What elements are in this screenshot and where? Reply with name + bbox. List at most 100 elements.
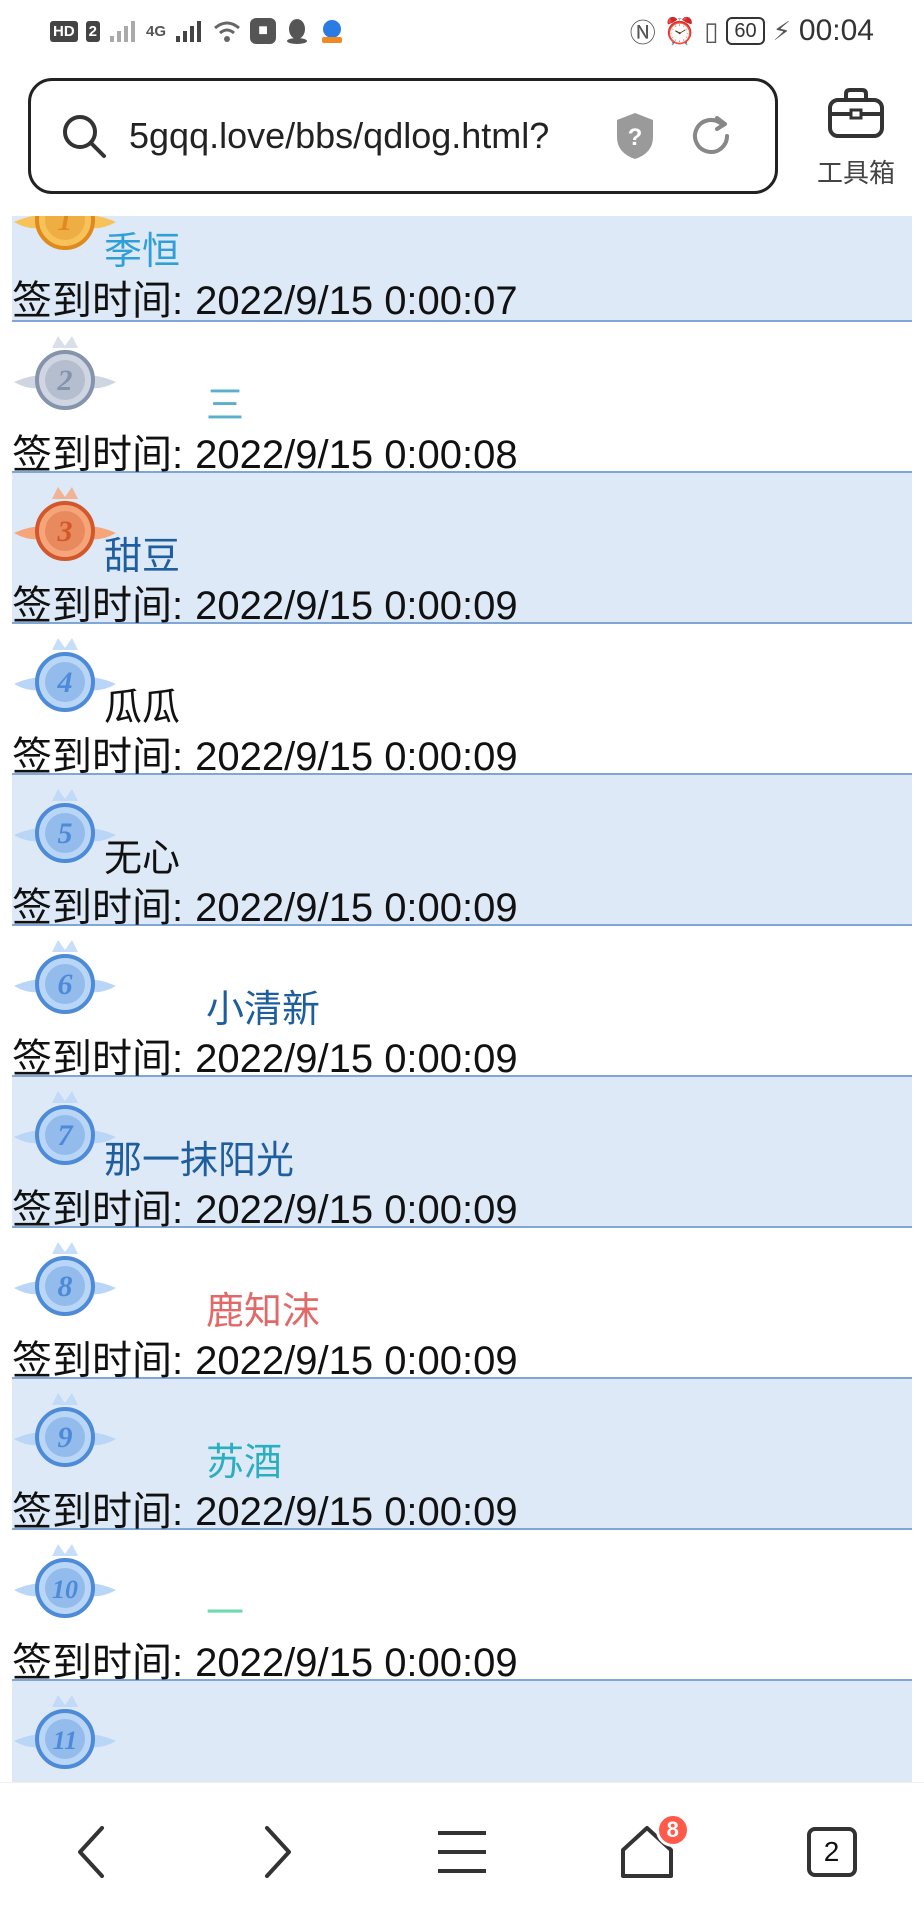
sim-chip: 2 [85,20,101,42]
user-name[interactable]: 鹿知沫 [206,1280,320,1335]
rank-number: 9 [58,1421,73,1454]
sign-in-time: 签到时间: 2022/9/15 0:00:09 [12,573,518,631]
user-name[interactable]: 甜豆 [104,525,180,580]
search-icon [63,115,106,158]
sign-in-time-value: 2022/9/15 0:00:09 [195,735,518,779]
user-name[interactable]: 三 [206,374,244,429]
charging-icon: ⚡ [772,15,791,46]
user-name[interactable]: 苏酒 [206,1431,282,1486]
sign-in-time-value: 2022/9/15 0:00:07 [195,279,518,323]
sign-in-label: 签到时间: [12,1037,184,1081]
sign-in-time-value: 2022/9/15 0:00:09 [195,886,518,930]
toolbox-icon [828,88,884,138]
user-name[interactable]: 瓜瓜 [104,676,180,731]
sign-in-label: 签到时间: [12,1188,184,1232]
rank-number: 6 [58,968,73,1001]
tab-count: 2 [806,1826,857,1877]
hd-chip: HD [50,20,78,42]
list-item[interactable]: 11 [12,1681,912,1782]
sign-in-time-value: 2022/9/15 0:00:09 [195,1188,518,1232]
wifi-icon [214,21,240,42]
sign-in-label: 签到时间: [12,279,184,323]
user-name[interactable]: 那一抹阳光 [104,1129,294,1184]
status-right: Ⓝ ⏰ ▯ 60 ⚡ 00:04 [630,13,874,50]
sign-in-label: 签到时间: [12,584,184,628]
user-name[interactable]: 无心 [104,827,180,882]
rank-medal-icon: 10 [14,1544,116,1618]
list-item[interactable]: 7 那一抹阳光 签到时间: 2022/9/15 0:00:09 [12,1077,912,1232]
menu-button[interactable] [417,1807,507,1897]
reload-icon[interactable] [687,112,735,160]
rank-medal-icon: 2 [14,336,116,410]
toolbox-button[interactable]: 工具箱 [806,86,906,190]
sign-in-time: 签到时间: 2022/9/15 0:00:09 [12,1328,518,1386]
list-item[interactable]: 5 无心 签到时间: 2022/9/15 0:00:09 [12,775,912,930]
rank-number: 3 [57,515,73,548]
vibrate-icon: ▯ [704,15,719,46]
svg-text:?: ? [628,124,643,151]
forward-icon [265,1825,292,1878]
toolbox-label: 工具箱 [816,158,895,188]
status-left: HD 2 4G ■ [50,17,346,45]
user-name[interactable]: 小清新 [206,978,320,1033]
list-item[interactable]: 10 一签到时间: 2022/9/15 0:00:09 [12,1530,912,1685]
sign-in-time: 签到时间: 2022/9/15 0:00:07 [12,268,518,326]
sign-in-label: 签到时间: [12,886,184,930]
rank-medal-icon: 11 [14,1695,116,1769]
sign-in-time-value: 2022/9/15 0:00:09 [195,1339,518,1383]
list-item[interactable]: 8 鹿知沫 签到时间: 2022/9/15 0:00:09 [12,1228,912,1383]
rank-number: 11 [53,1726,78,1755]
user-name[interactable]: 一 [206,1582,244,1637]
battery-indicator: 60 [726,17,765,45]
rank-medal-icon: 8 [14,1242,116,1316]
rank-number: 1 [58,216,73,237]
rank-number: 8 [58,1270,73,1303]
rank-number: 7 [58,1119,74,1152]
rank-number: 10 [52,1575,78,1604]
rank-medal-icon: 1 [14,216,116,250]
sign-in-time-value: 2022/9/15 0:00:09 [195,584,518,628]
signal-icon [176,21,202,42]
sign-in-label: 签到时间: [12,1490,184,1534]
menu-icon [437,1830,486,1873]
rank-medal-icon: 6 [14,940,116,1014]
rank-medal-icon: 3 [14,487,116,561]
home-badge: 8 [655,1812,690,1847]
list-item[interactable]: 6 小清新 签到时间: 2022/9/15 0:00:09 [12,926,912,1081]
home-button[interactable]: 8 [602,1807,692,1897]
rank-number: 2 [57,364,73,397]
list-item[interactable]: 9 苏酒 签到时间: 2022/9/15 0:00:09 [12,1379,912,1534]
sign-in-time: 签到时间: 2022/9/15 0:00:09 [12,1479,518,1537]
sign-in-time: 签到时间: 2022/9/15 0:00:09 [12,1026,518,1084]
sign-in-time-value: 2022/9/15 0:00:09 [195,1641,518,1685]
forward-button[interactable] [232,1807,322,1897]
huawei-app-icon: ■ [250,18,277,44]
network-type: 4G [146,22,167,40]
list-item[interactable]: 3 甜豆 签到时间: 2022/9/15 0:00:09 [12,473,912,628]
rank-number: 4 [57,666,73,699]
security-shield-icon[interactable]: ? [613,111,657,161]
rank-medal-icon: 5 [14,789,116,863]
sign-in-label: 签到时间: [12,1339,184,1383]
alarm-icon: ⏰ [663,15,697,46]
bottom-navigation: 8 2 [0,1782,924,1920]
user-name[interactable]: 季恒 [104,220,180,275]
sign-in-time-value: 2022/9/15 0:00:09 [195,1490,518,1534]
sign-in-time-value: 2022/9/15 0:00:08 [195,433,518,477]
url-text[interactable]: 5gqq.love/bbs/qdlog.html? [129,115,599,157]
sign-in-time: 签到时间: 2022/9/15 0:00:09 [12,1177,518,1235]
sign-in-label: 签到时间: [12,433,184,477]
list-item[interactable]: 1 季恒 签到时间: 2022/9/15 0:00:07 [12,216,912,323]
tabs-button[interactable]: 2 [787,1807,877,1897]
back-button[interactable] [47,1807,137,1897]
rank-medal-icon: 7 [14,1091,116,1165]
list-item[interactable]: 4 瓜瓜 签到时间: 2022/9/15 0:00:09 [12,624,912,779]
sign-in-time: 签到时间: 2022/9/15 0:00:09 [12,1630,518,1688]
address-bar[interactable]: 5gqq.love/bbs/qdlog.html? ? [28,78,778,194]
no-signal-icon [110,21,136,42]
sign-in-time-value: 2022/9/15 0:00:09 [195,1037,518,1081]
sign-in-list[interactable]: 1 季恒 签到时间: 2022/9/15 0:00:07 2 三签到时间: 2022/9/1… [12,216,912,1782]
sign-in-time: 签到时间: 2022/9/15 0:00:09 [12,875,518,933]
rank-number: 5 [58,817,73,850]
list-item[interactable]: 2 三签到时间: 2022/9/15 0:00:08 [12,322,912,477]
